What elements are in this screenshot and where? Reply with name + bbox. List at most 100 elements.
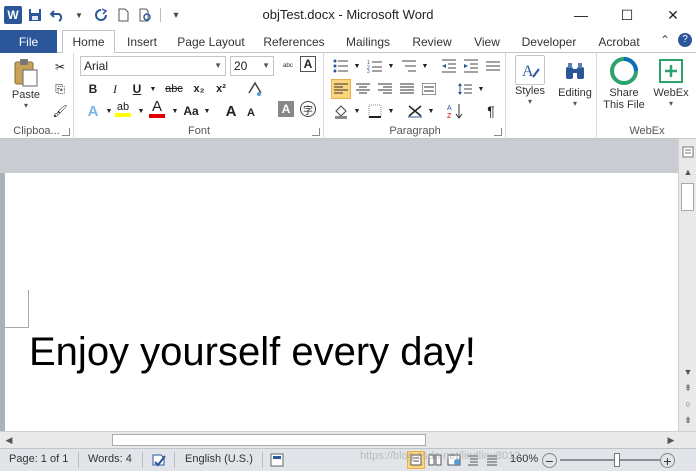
zoom-out-button[interactable]: − bbox=[542, 453, 557, 469]
tab-home[interactable]: Home bbox=[62, 30, 115, 54]
webex-button[interactable]: WebEx ▾ bbox=[648, 55, 694, 108]
vertical-scrollbar[interactable]: ▲ ▼ ⇞ ○ ⇟ bbox=[678, 139, 696, 431]
document-top-area bbox=[0, 139, 678, 173]
scroll-down-icon[interactable]: ▼ bbox=[681, 365, 695, 379]
character-shading-icon[interactable]: A bbox=[278, 101, 294, 117]
document-text[interactable]: Enjoy yourself every day! bbox=[29, 330, 476, 375]
format-painter-icon[interactable]: 🖌 bbox=[50, 101, 70, 121]
phonetic-guide-icon[interactable] bbox=[245, 79, 265, 99]
sort-icon[interactable]: AZ bbox=[445, 101, 465, 121]
next-page-icon[interactable]: ⇟ bbox=[681, 413, 695, 427]
scroll-up-icon[interactable]: ▲ bbox=[681, 165, 695, 179]
webex-share-icon bbox=[608, 55, 640, 87]
justify-button[interactable] bbox=[397, 79, 417, 99]
maximize-button[interactable]: ☐ bbox=[604, 0, 650, 30]
share-this-file-button[interactable]: Share This File bbox=[600, 55, 648, 111]
editing-group: Editing ▾ bbox=[552, 53, 597, 139]
numbering-dropdown-icon[interactable]: ▼ bbox=[381, 56, 401, 76]
font-launcher-icon[interactable] bbox=[312, 128, 320, 136]
distributed-button[interactable] bbox=[419, 79, 439, 99]
horizontal-scrollbar[interactable]: ◀ ▶ bbox=[0, 431, 696, 448]
proofing-icon[interactable] bbox=[150, 451, 168, 469]
editing-button[interactable]: Editing ▾ bbox=[553, 55, 597, 108]
align-left-button[interactable] bbox=[331, 79, 351, 99]
tab-insert[interactable]: Insert bbox=[120, 30, 164, 53]
select-browse-object-icon[interactable]: ○ bbox=[681, 397, 695, 411]
cut-icon[interactable]: ✂ bbox=[50, 57, 70, 77]
highlight-color-button[interactable]: ab bbox=[113, 99, 133, 119]
font-size-dropdown-icon[interactable]: ▼ bbox=[262, 61, 270, 70]
font-color-button[interactable]: A bbox=[147, 99, 167, 119]
document-page[interactable] bbox=[5, 173, 678, 431]
underline-dropdown-icon[interactable]: ▼ bbox=[143, 79, 163, 99]
styles-dropdown-icon[interactable]: ▾ bbox=[528, 97, 532, 106]
strikethrough-button[interactable]: abc bbox=[161, 79, 187, 99]
tab-page-layout[interactable]: Page Layout bbox=[172, 30, 250, 53]
page-count[interactable]: Page: 1 of 1 bbox=[9, 453, 68, 465]
minimize-ribbon-icon[interactable]: ⌃ bbox=[660, 33, 670, 47]
font-group-label: Font bbox=[187, 125, 210, 137]
tab-acrobat[interactable]: Acrobat bbox=[590, 30, 648, 53]
character-border-icon[interactable]: A bbox=[300, 56, 316, 72]
language-indicator[interactable]: English (U.S.) bbox=[185, 453, 253, 465]
zoom-in-button[interactable]: + bbox=[660, 453, 675, 469]
svg-text:A: A bbox=[447, 105, 452, 112]
font-size-value: 20 bbox=[234, 59, 248, 73]
zoom-slider-knob[interactable] bbox=[614, 453, 620, 467]
paste-dropdown-icon[interactable]: ▾ bbox=[24, 101, 28, 110]
tab-mailings[interactable]: Mailings bbox=[338, 30, 398, 53]
tab-developer[interactable]: Developer bbox=[516, 30, 582, 53]
paste-button[interactable]: Paste ▾ bbox=[6, 57, 46, 110]
highlight-swatch bbox=[115, 113, 131, 117]
copy-icon[interactable]: ⎘ bbox=[50, 79, 70, 99]
zoom-slider-track[interactable] bbox=[560, 459, 660, 461]
previous-page-icon[interactable]: ⇞ bbox=[681, 381, 695, 395]
change-case-dropdown-icon[interactable]: ▼ bbox=[197, 101, 217, 121]
multilevel-list-dropdown-icon[interactable]: ▼ bbox=[415, 56, 435, 76]
vertical-scroll-thumb[interactable] bbox=[681, 183, 694, 211]
minimize-button[interactable]: — bbox=[558, 0, 604, 30]
font-size-combo[interactable]: 20 ▼ bbox=[230, 56, 274, 76]
show-hide-formatting-icon[interactable]: ¶ bbox=[481, 101, 501, 121]
text-direction-dropdown-icon[interactable]: ▼ bbox=[421, 101, 441, 121]
tab-view[interactable]: View bbox=[466, 30, 508, 53]
chinese-layout-icon[interactable] bbox=[483, 56, 503, 76]
font-name-dropdown-icon[interactable]: ▼ bbox=[214, 61, 222, 70]
macro-recording-icon[interactable] bbox=[268, 451, 286, 469]
help-icon[interactable]: ? bbox=[678, 33, 692, 47]
tab-file[interactable]: File bbox=[0, 30, 57, 53]
horizontal-scroll-thumb[interactable] bbox=[112, 434, 426, 446]
align-right-button[interactable] bbox=[375, 79, 395, 99]
watermark-text: https://blog.csdn.net/lindlinu8012 bbox=[360, 450, 521, 462]
tab-review[interactable]: Review bbox=[406, 30, 458, 53]
decrease-indent-icon[interactable] bbox=[439, 56, 459, 76]
paragraph-launcher-icon[interactable] bbox=[494, 128, 502, 136]
scroll-right-icon[interactable]: ▶ bbox=[664, 434, 678, 447]
italic-button[interactable]: I bbox=[105, 79, 125, 99]
bold-button[interactable]: B bbox=[83, 79, 103, 99]
title-bar: W ▼ ▾ objTest.docx - Microsoft Word — ☐ … bbox=[0, 0, 696, 30]
scroll-left-icon[interactable]: ◀ bbox=[2, 434, 16, 447]
font-name-combo[interactable]: Arial ▼ bbox=[80, 56, 226, 76]
enclose-characters-icon[interactable]: 字 bbox=[300, 101, 316, 117]
shading-dropdown-icon[interactable]: ▼ bbox=[347, 101, 367, 121]
grow-font-button[interactable]: A bbox=[221, 101, 241, 121]
webex-dropdown-icon[interactable]: ▾ bbox=[669, 99, 673, 108]
word-count[interactable]: Words: 4 bbox=[88, 453, 132, 465]
shrink-font-button[interactable]: A bbox=[241, 103, 261, 123]
superscript-button[interactable]: x² bbox=[211, 79, 231, 99]
clipboard-launcher-icon[interactable] bbox=[62, 128, 70, 136]
svg-text:3: 3 bbox=[367, 69, 370, 73]
borders-dropdown-icon[interactable]: ▼ bbox=[381, 101, 401, 121]
styles-button[interactable]: A Styles ▾ bbox=[510, 55, 550, 106]
editing-dropdown-icon[interactable]: ▾ bbox=[573, 99, 577, 108]
subscript-button[interactable]: x₂ bbox=[189, 79, 209, 99]
tab-references[interactable]: References bbox=[258, 30, 330, 53]
view-ruler-icon[interactable] bbox=[681, 145, 695, 159]
close-button[interactable]: ✕ bbox=[650, 0, 696, 30]
clear-formatting-icon[interactable]: ᵃᵇᶜ bbox=[278, 56, 298, 76]
line-spacing-dropdown-icon[interactable]: ▼ bbox=[471, 79, 491, 99]
increase-indent-icon[interactable] bbox=[461, 56, 481, 76]
align-center-button[interactable] bbox=[353, 79, 373, 99]
bullets-dropdown-icon[interactable]: ▼ bbox=[347, 56, 367, 76]
